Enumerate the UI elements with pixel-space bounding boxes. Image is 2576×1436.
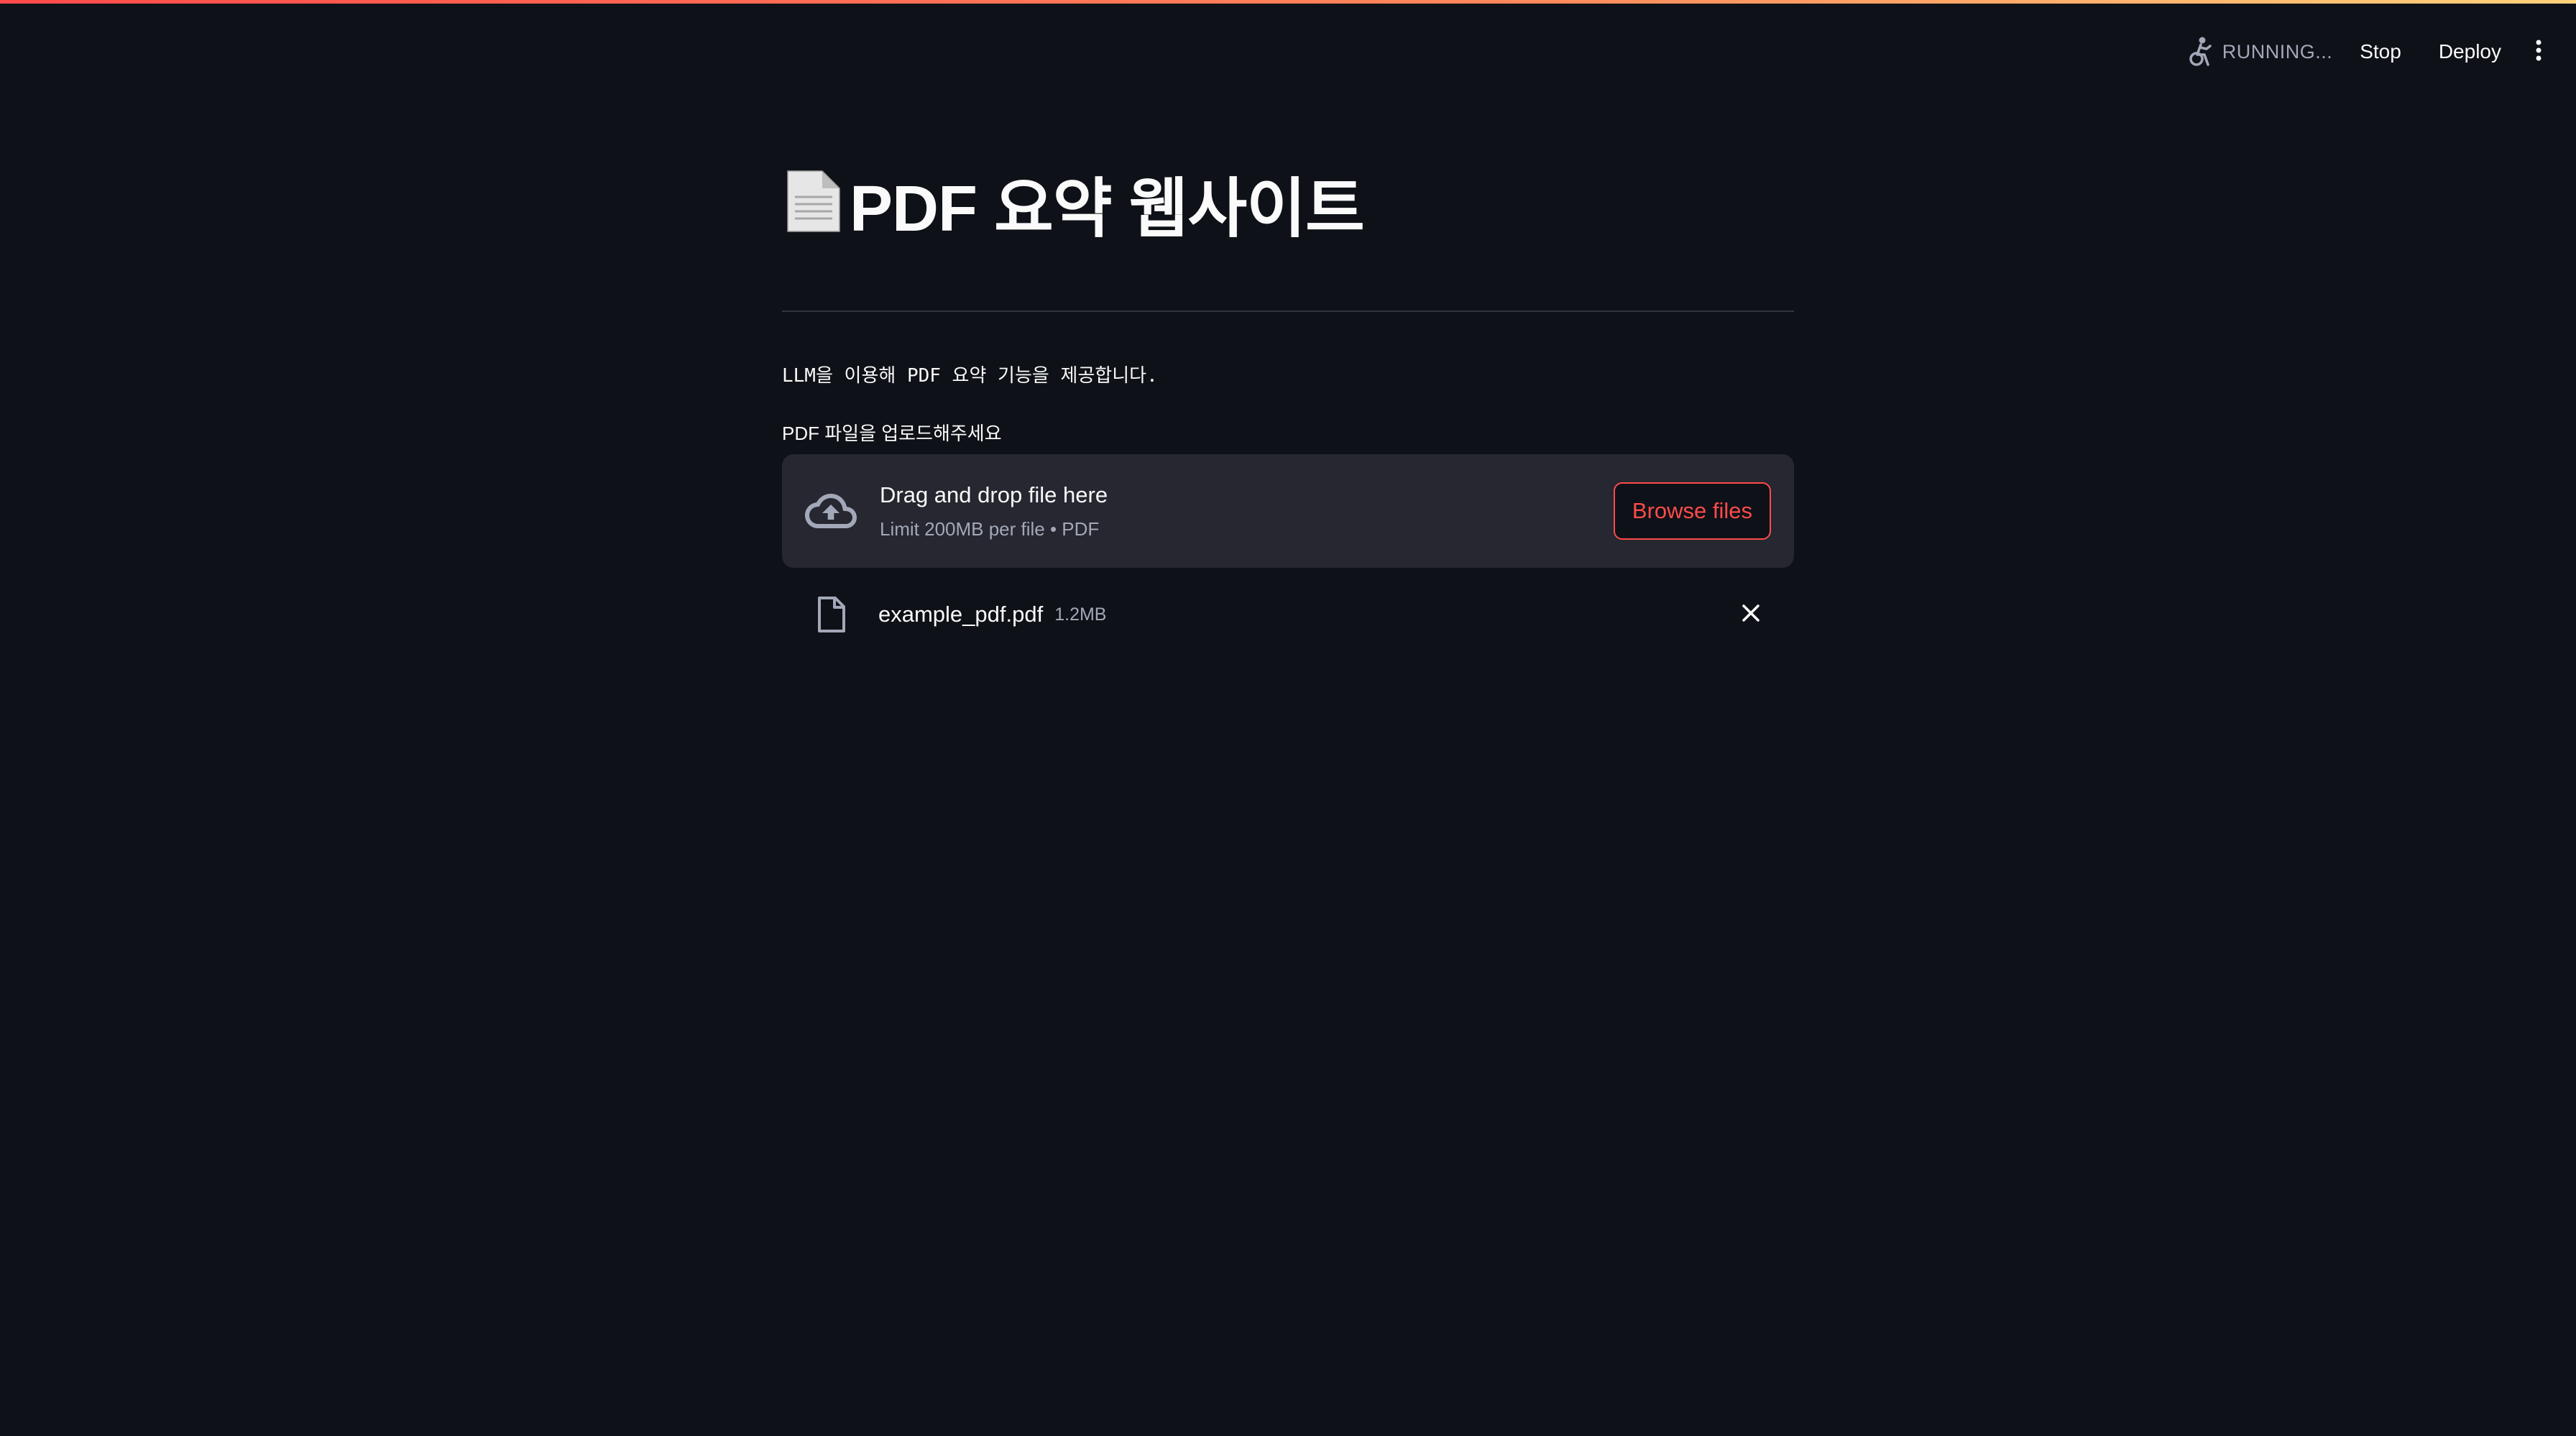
close-icon	[1741, 603, 1761, 627]
cloud-upload-icon	[805, 485, 857, 537]
title-row: PDF 요약 웹사이트	[782, 160, 1365, 246]
page-title: PDF 요약 웹사이트	[850, 173, 1365, 245]
main-menu-button[interactable]	[2530, 37, 2547, 66]
vertical-dots-icon	[2535, 39, 2542, 65]
description-text: LLM을 이용해 PDF 요약 기능을 제공합니다.	[782, 365, 1158, 387]
running-figure-icon	[2186, 36, 2214, 68]
divider	[782, 310, 1794, 312]
file-size: 1.2MB	[1054, 604, 1107, 625]
uploader-label: PDF 파일을 업로드해주세요	[782, 423, 1002, 444]
uploaded-file-row: example_pdf.pdf 1.2MB	[782, 589, 1794, 640]
dropzone-limit: Limit 200MB per file • PDF	[880, 517, 1100, 540]
page-facing-up-icon	[782, 168, 845, 238]
file-dropzone[interactable]: Drag and drop file here Limit 200MB per …	[782, 454, 1794, 568]
remove-file-button[interactable]	[1736, 600, 1765, 629]
dropzone-title: Drag and drop file here	[880, 482, 1108, 507]
app-root: RUNNING... Stop Deploy PDF 요약 웹사이트 LLM을 …	[0, 0, 2576, 1436]
status-text: RUNNING...	[2222, 40, 2333, 63]
browse-files-button[interactable]: Browse files	[1613, 482, 1771, 540]
deploy-button[interactable]: Deploy	[2439, 34, 2501, 69]
file-name: example_pdf.pdf	[878, 602, 1044, 627]
toolbar: RUNNING... Stop Deploy	[2186, 32, 2547, 72]
file-icon	[815, 596, 847, 633]
stop-button[interactable]: Stop	[2360, 34, 2401, 69]
status-widget: RUNNING...	[2186, 36, 2333, 68]
top-decoration-bar	[0, 0, 2576, 4]
dropzone-text: Drag and drop file here Limit 200MB per …	[880, 482, 1614, 540]
